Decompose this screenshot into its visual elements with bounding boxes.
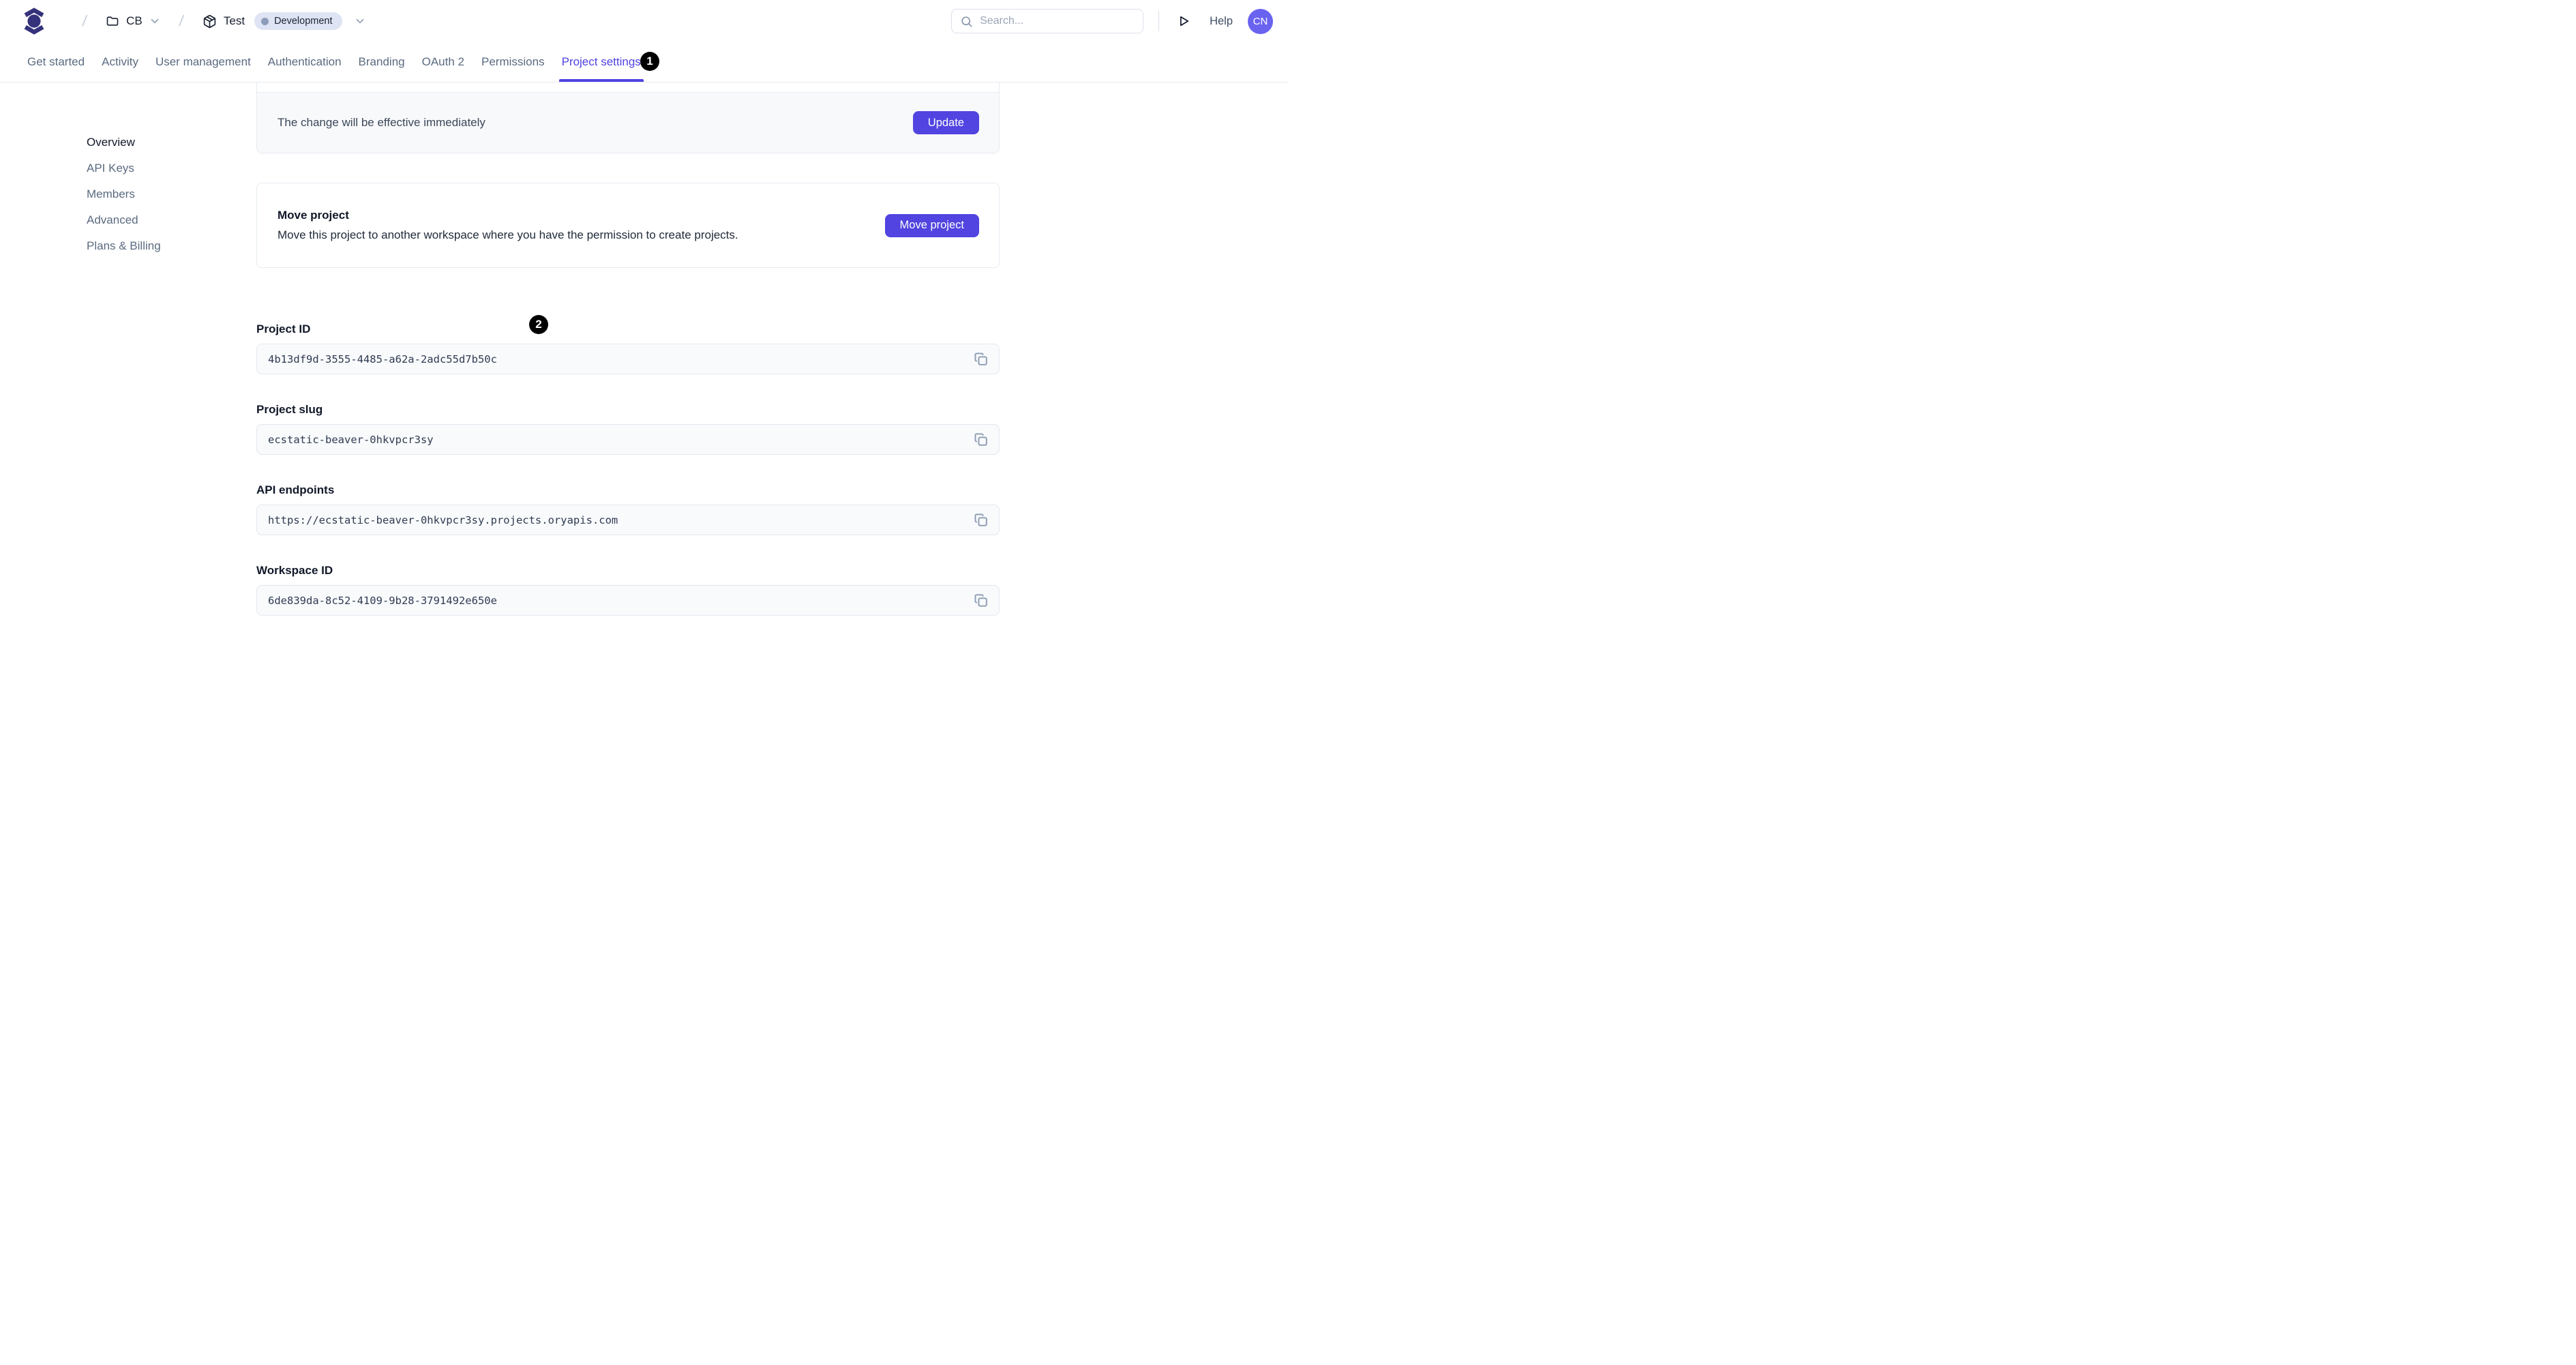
project-slug-section: Project slug ecstatic-beaver-0hkvpcr3sy [256, 403, 1000, 455]
chevron-down-icon [149, 16, 160, 27]
search-input[interactable] [980, 15, 1135, 27]
api-endpoints-label: API endpoints [256, 483, 335, 496]
tab-user-management[interactable]: User management [155, 42, 252, 82]
project-slug-value: ecstatic-beaver-0hkvpcr3sy [268, 433, 434, 446]
tab-branding[interactable]: Branding [358, 42, 406, 82]
api-endpoints-field: https://ecstatic-beaver-0hkvpcr3sy.proje… [256, 505, 1000, 535]
annotation-badge-1: 1 [640, 52, 659, 71]
copy-button[interactable] [972, 350, 989, 368]
chevron-down-icon [355, 16, 365, 27]
copy-button[interactable] [972, 511, 989, 528]
update-button[interactable]: Update [912, 111, 979, 134]
tab-activity[interactable]: Activity [101, 42, 139, 82]
workspace-name: CB [126, 14, 143, 27]
search-box[interactable] [951, 9, 1144, 33]
update-card-footer: The change will be effective immediately… [257, 92, 999, 153]
project-slug-label: Project slug [256, 403, 323, 416]
copy-icon [974, 593, 988, 608]
breadcrumb-separator: / [81, 12, 88, 29]
settings-main: The change will be effective immediately… [256, 82, 1000, 616]
project-id-section: Project ID 4b13df9d-3555-4485-a62a-2adc5… [256, 322, 1000, 374]
sidebar-item-advanced[interactable]: Advanced [87, 213, 256, 227]
help-link[interactable]: Help [1210, 15, 1233, 28]
project-name: Test [223, 14, 245, 27]
play-icon [1177, 14, 1190, 28]
copy-icon [974, 432, 988, 447]
project-id-field: 4b13df9d-3555-4485-a62a-2adc55d7b50c [256, 344, 1000, 374]
copy-button[interactable] [972, 431, 989, 448]
workspace-id-section: Workspace ID 6de839da-8c52-4109-9b28-379… [256, 564, 1000, 616]
tab-project-settings[interactable]: Project settings [558, 42, 644, 82]
folder-icon [106, 14, 119, 28]
api-endpoints-section: API endpoints https://ecstatic-beaver-0h… [256, 483, 1000, 535]
project-id-value: 4b13df9d-3555-4485-a62a-2adc55d7b50c [268, 352, 497, 365]
environment-dot-icon [261, 17, 269, 25]
workspace-id-value: 6de839da-8c52-4109-9b28-3791492e650e [268, 594, 497, 607]
environment-label: Development [274, 16, 333, 27]
tab-authentication[interactable]: Authentication [267, 42, 342, 82]
workspace-switcher[interactable]: CB [106, 14, 160, 28]
header-divider [1158, 11, 1160, 31]
settings-sidebar: Overview API Keys Members Advanced Plans… [0, 82, 256, 265]
move-project-button[interactable]: Move project [884, 213, 979, 237]
update-card: The change will be effective immediately… [256, 82, 1000, 153]
move-project-card: Move project Move this project to anothe… [256, 183, 1000, 268]
tab-get-started[interactable]: Get started [27, 42, 85, 82]
sidebar-item-overview[interactable]: Overview [87, 136, 256, 149]
workspace-id-label: Workspace ID [256, 564, 333, 577]
search-icon [960, 15, 973, 28]
breadcrumb-separator: / [178, 12, 185, 29]
api-endpoints-value: https://ecstatic-beaver-0hkvpcr3sy.proje… [268, 513, 618, 526]
tab-permissions[interactable]: Permissions [481, 42, 545, 82]
top-header: / CB / Test Development Search... Help C… [0, 0, 1288, 42]
environment-badge: Development [254, 12, 342, 30]
avatar[interactable]: CN [1248, 8, 1273, 34]
sidebar-item-members[interactable]: Members [87, 188, 256, 201]
play-button[interactable] [1174, 12, 1193, 31]
ory-logo-icon [23, 7, 46, 35]
update-note: The change will be effective immediately [278, 116, 485, 129]
package-icon [203, 14, 217, 29]
project-id-label: Project ID [256, 322, 311, 335]
copy-icon [974, 352, 988, 366]
content-area: Overview API Keys Members Advanced Plans… [0, 82, 1288, 616]
project-slug-field: ecstatic-beaver-0hkvpcr3sy [256, 424, 1000, 455]
copy-icon [974, 513, 988, 527]
copy-button[interactable] [972, 592, 989, 609]
workspace-id-field: 6de839da-8c52-4109-9b28-3791492e650e [256, 585, 1000, 616]
sidebar-item-api-keys[interactable]: API Keys [87, 162, 256, 175]
move-project-title: Move project [278, 209, 349, 222]
move-project-description: Move this project to another workspace w… [278, 228, 738, 241]
project-switcher[interactable]: Test Development [203, 12, 365, 30]
ory-console-page: / CB / Test Development Search... Help C… [0, 0, 1288, 682]
annotation-badge-2: 2 [529, 315, 548, 334]
sidebar-item-plans-billing[interactable]: Plans & Billing [87, 239, 256, 253]
tab-oauth2[interactable]: OAuth 2 [421, 42, 465, 82]
